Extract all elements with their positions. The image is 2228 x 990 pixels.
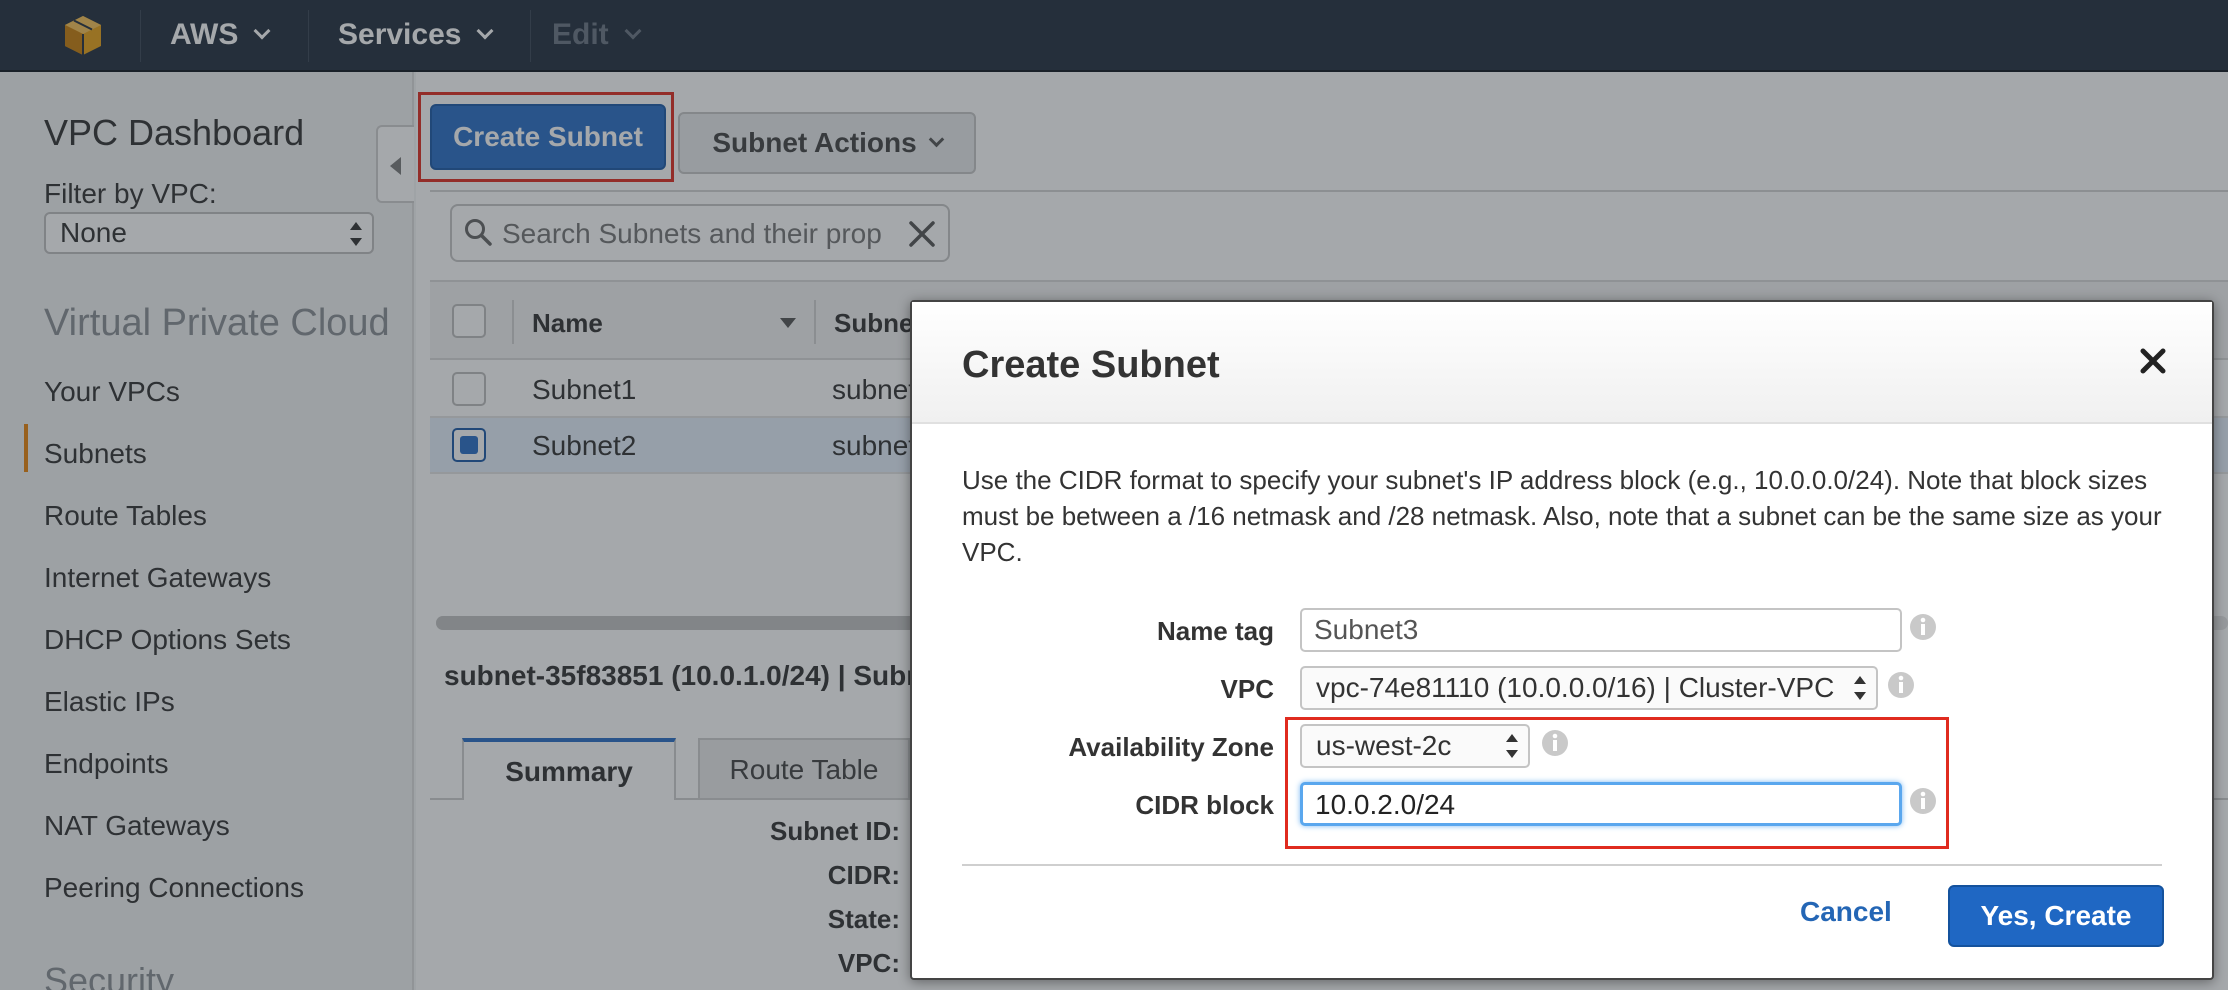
dialog-description: Use the CIDR format to specify your subn…	[962, 465, 2162, 567]
name-tag-input[interactable]: Subnet3	[1300, 608, 1902, 652]
availability-zone-value: us-west-2c	[1316, 730, 1452, 761]
select-arrows-icon	[1854, 676, 1866, 700]
cancel-button[interactable]: Cancel	[1800, 896, 1892, 928]
availability-zone-select[interactable]: us-west-2c	[1300, 724, 1530, 768]
vpc-select-value: vpc-74e81110 (10.0.0.0/16) | Cluster-VPC	[1316, 672, 1835, 703]
dialog-divider	[962, 864, 2162, 866]
vpc-label: VPC	[1220, 674, 1274, 704]
info-icon[interactable]	[1908, 786, 1938, 816]
close-icon[interactable]	[2138, 346, 2168, 376]
availability-zone-label: Availability Zone	[1068, 732, 1274, 762]
select-arrows-icon	[1506, 734, 1518, 758]
info-icon[interactable]	[1540, 728, 1570, 758]
yes-create-button[interactable]: Yes, Create	[1948, 885, 2164, 947]
name-tag-label: Name tag	[1156, 616, 1274, 646]
cidr-block-input[interactable]: 10.0.2.0/24	[1300, 782, 1902, 826]
dialog-title: Create Subnet	[962, 344, 1220, 386]
cidr-block-label: CIDR block	[1135, 790, 1274, 820]
dialog-header: Create Subnet	[912, 302, 2212, 424]
info-icon[interactable]	[1886, 670, 1916, 700]
info-icon[interactable]	[1908, 612, 1938, 642]
vpc-select[interactable]: vpc-74e81110 (10.0.0.0/16) | Cluster-VPC	[1300, 666, 1878, 710]
